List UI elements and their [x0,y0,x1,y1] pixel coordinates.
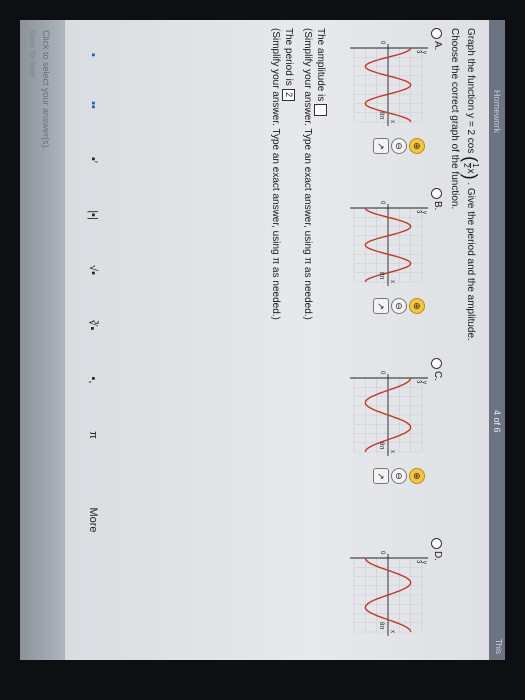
option-b-zoom-in-icon[interactable]: ⊕ [409,298,425,314]
footer-bar: Click to select your answer(s). Save for… [20,20,65,660]
tool-square-root-button[interactable]: √▪ [84,255,102,285]
fraction-denominator: 2 [462,163,471,168]
x-tick-label: 8π [378,112,384,119]
y-axis-label: y [421,381,427,384]
x-axis-label: x [389,450,395,453]
tool-exponent-button[interactable]: ▪′ [84,145,102,175]
option-b-graph[interactable]: 3 yx8π0 [343,198,433,290]
tool-fraction-button[interactable]: ▪ [84,40,102,70]
x-tick-label: 8π [378,622,384,629]
x-tick-label: 8π [378,442,384,449]
question-instruction: Choose the correct graph of the function… [449,28,460,210]
homework-screen: Homework 4 of 6 This Graph the function … [20,20,505,660]
amplitude-prefix: The amplitude is [314,28,326,102]
fraction-numerator: 1 [470,163,480,168]
tool-pi-button[interactable]: π [84,420,102,450]
top-bar: Homework 4 of 6 This [489,20,505,660]
origin-label: 0 [379,371,385,375]
x-axis-label: x [389,630,395,633]
tool-more-button[interactable]: More [84,500,102,540]
option-a-expand-icon[interactable]: ↗ [373,138,389,154]
amplitude-row: The amplitude is [314,28,327,117]
period-row: The period is 2 [282,28,295,101]
breadcrumb: Homework [492,90,502,134]
period-hint: (Simplify your answer. Type an exact ans… [270,28,281,320]
option-c-graph[interactable]: 3 yx8π0 [343,368,433,460]
question-text: Graph the function y = 2 cos (1 2 x) . Giv… [460,28,481,341]
amplitude-input[interactable] [314,104,327,117]
amplitude-hint: (Simplify your answer. Type an exact ans… [302,28,313,320]
y-axis-label: y [421,51,427,54]
option-a-label: A. [432,41,443,51]
question-suffix: . Give the period and the amplitude. [464,182,476,341]
option-a-zoom-in-icon[interactable]: ⊕ [409,138,425,154]
period-prefix: The period is [282,28,294,86]
tool-cube-root-button[interactable]: ∛▪ [84,310,102,340]
question-prefix: Graph the function y = 2 cos [464,28,476,154]
x-axis-label: x [389,120,395,123]
option-a-zoom-out-icon[interactable]: ⊖ [391,138,407,154]
option-b-expand-icon[interactable]: ↗ [373,298,389,314]
option-c-label: C. [432,371,443,381]
origin-label: 0 [379,41,385,45]
page-indicator: 4 of 6 [492,410,502,433]
option-d-graph[interactable]: 3 yx8π0 [343,548,433,640]
option-c-zoom-out-icon[interactable]: ⊖ [391,468,407,484]
origin-label: 0 [379,551,385,555]
math-toolbar: ▪ ▪▪ ▪′ |▪| √▪ ∛▪ ▪, π More [76,20,110,660]
tool-mixed-number-button[interactable]: ▪▪ [84,90,102,120]
save-link[interactable]: Save for later [28,30,37,78]
option-c-expand-icon[interactable]: ↗ [373,468,389,484]
option-b-label: B. [432,201,443,211]
option-c-zoom-in-icon[interactable]: ⊕ [409,468,425,484]
x-tick-label: 8π [378,272,384,279]
tool-absolute-value-button[interactable]: |▪| [84,200,102,230]
option-a-graph[interactable]: 3 yx8π0 [343,38,433,130]
y-axis-label: y [421,211,427,214]
y-axis-label: y [421,561,427,564]
footer-hint: Click to select your answer(s). [41,30,51,151]
option-b-zoom-out-icon[interactable]: ⊖ [391,298,407,314]
period-input[interactable]: 2 [282,88,295,101]
fraction: 12 [462,163,480,168]
origin-label: 0 [379,201,385,205]
tool-comma-button[interactable]: ▪, [84,365,102,395]
corner-label: This [494,638,503,654]
x-axis-label: x [389,280,395,283]
option-d-label: D. [432,551,443,561]
